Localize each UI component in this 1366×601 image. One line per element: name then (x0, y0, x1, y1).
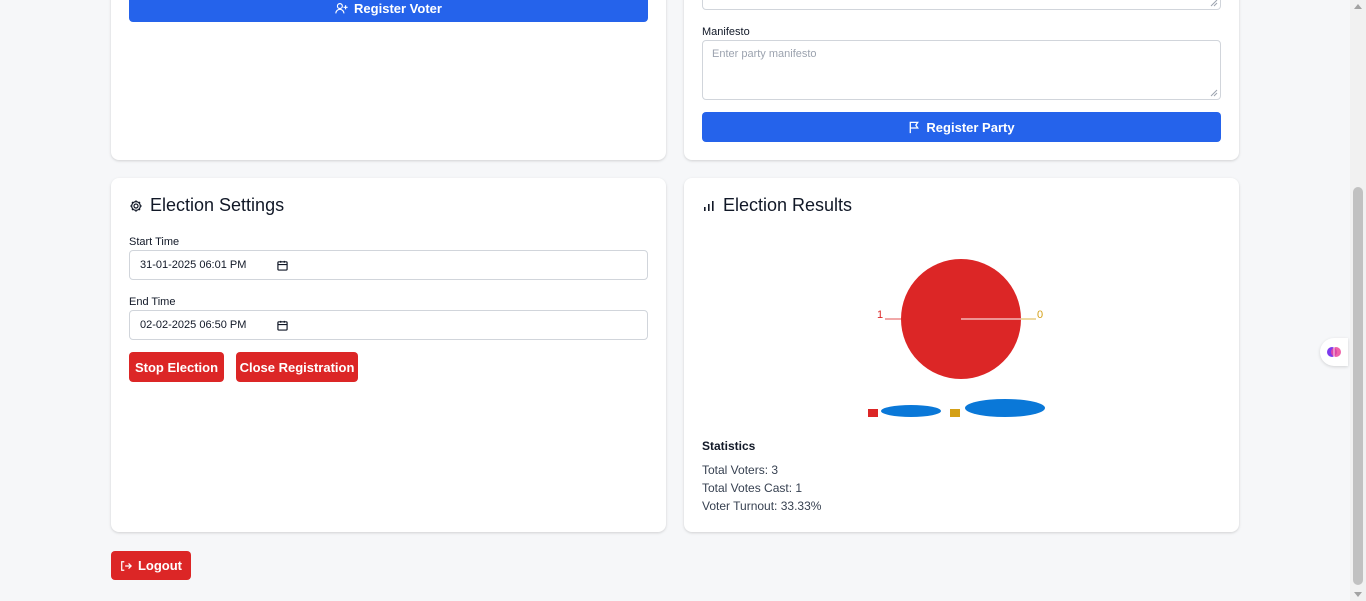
user-plus-icon (335, 2, 348, 13)
stop-election-button[interactable]: Stop Election (129, 352, 224, 382)
manifesto-label: Manifesto (702, 26, 750, 38)
redacted-legend-name (965, 399, 1045, 417)
election-settings-title-text: Election Settings (150, 195, 285, 215)
total-votes-cast-stat: Total Votes Cast: 1 (702, 481, 803, 495)
flag-icon (910, 121, 920, 133)
voter-registration-card (111, 0, 666, 160)
calendar-icon[interactable] (277, 320, 288, 331)
election-results-title: Election Results (702, 195, 852, 216)
logout-button[interactable]: Logout (111, 551, 191, 580)
scroll-down-arrow-icon[interactable] (1354, 592, 1362, 597)
legend-swatch-0 (868, 409, 878, 417)
data-label: 1 (877, 309, 883, 321)
start-time-label: Start Time (129, 236, 180, 248)
gear-icon (130, 199, 142, 212)
scrollbar-thumb[interactable] (1353, 187, 1363, 585)
legend-swatch-1 (950, 409, 960, 417)
logout-label: Logout (137, 558, 183, 573)
register-voter-button[interactable]: Register Voter (129, 0, 648, 22)
data-label: 0 (1037, 309, 1043, 321)
resize-handle-icon (1210, 0, 1218, 7)
redacted-legend-name (881, 405, 941, 417)
register-party-button[interactable]: Register Party (702, 112, 1221, 142)
manifesto-placeholder: Enter party manifesto (712, 48, 817, 60)
page-scrollbar[interactable] (1350, 0, 1366, 601)
end-time-value: 02-02-2025 06:50 PM (140, 319, 247, 331)
voter-turnout-stat: Voter Turnout: 33.33% (702, 499, 822, 513)
results-pie-chart: 1 0 (868, 259, 1045, 417)
statistics-title: Statistics (702, 439, 756, 453)
scroll-up-arrow-icon[interactable] (1354, 4, 1362, 9)
end-time-input[interactable]: 02-02-2025 06:50 PM (129, 310, 648, 340)
logout-icon (121, 560, 132, 571)
start-time-value: 31-01-2025 06:01 PM (140, 259, 247, 271)
calendar-icon[interactable] (277, 260, 288, 271)
manifesto-textarea[interactable]: Enter party manifesto (702, 40, 1221, 100)
election-settings-title: Election Settings (129, 195, 284, 216)
bar-chart-icon (704, 200, 714, 211)
election-results-title-text: Election Results (723, 195, 853, 215)
register-party-label: Register Party (926, 119, 1015, 135)
end-time-label: End Time (129, 296, 176, 308)
register-voter-label: Register Voter (354, 0, 442, 16)
start-time-input[interactable]: 31-01-2025 06:01 PM (129, 250, 648, 280)
floating-extension-button[interactable] (1320, 338, 1348, 366)
total-voters-stat: Total Voters: 3 (702, 463, 779, 477)
brain-icon (1327, 347, 1341, 357)
close-registration-button[interactable]: Close Registration (236, 352, 358, 382)
party-description-textarea[interactable] (702, 0, 1221, 10)
resize-handle-icon (1210, 89, 1218, 97)
